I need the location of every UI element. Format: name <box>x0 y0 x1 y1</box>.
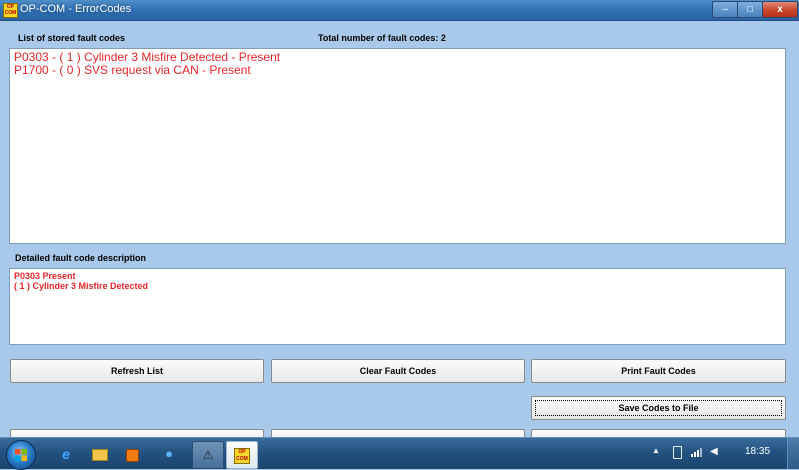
taskbar: e ● ⚠ OP COM ▲ ◀ 18:35 <box>0 437 799 470</box>
action-center-icon[interactable] <box>673 446 682 459</box>
save-codes-button[interactable]: Save Codes to File <box>531 396 786 420</box>
clear-fault-codes-button[interactable]: Clear Fault Codes <box>271 359 525 383</box>
detail-label: Detailed fault code description <box>15 253 147 263</box>
total-codes-label: Total number of fault codes: 2 <box>318 33 446 43</box>
show-desktop-button[interactable] <box>787 438 799 469</box>
opcom-app-icon: OP COM <box>3 3 18 18</box>
stored-codes-label: List of stored fault codes <box>18 33 126 43</box>
file-explorer-icon[interactable] <box>86 441 114 467</box>
start-button[interactable] <box>6 440 36 470</box>
save-codes-label: Save Codes to File <box>535 400 782 416</box>
refresh-list-button[interactable]: Refresh List <box>10 359 264 383</box>
internet-explorer-icon[interactable]: e <box>52 441 80 467</box>
media-player-icon[interactable] <box>118 441 146 467</box>
close-button[interactable]: x <box>762 1 798 18</box>
tray-expand-icon[interactable]: ▲ <box>652 446 660 455</box>
volume-icon[interactable]: ◀ <box>710 446 718 457</box>
maximize-button[interactable]: □ <box>737 1 763 18</box>
warning-icon[interactable]: ⚠ <box>192 441 224 469</box>
fault-code-item[interactable]: P1700 - ( 0 ) SVS request via CAN - Pres… <box>14 64 781 77</box>
fault-detail-box: P0303 Present ( 1 ) Cylinder 3 Misfire D… <box>9 268 786 345</box>
signal-icon[interactable] <box>691 447 705 457</box>
detail-line: ( 1 ) Cylinder 3 Misfire Detected <box>14 281 149 291</box>
opcom-icon: OP COM <box>234 448 250 464</box>
error-codes-panel: List of stored fault codes Total number … <box>0 21 799 453</box>
clock[interactable]: 18:35 <box>745 446 770 457</box>
window-title: OP-COM - ErrorCodes <box>20 3 132 15</box>
print-fault-codes-button[interactable]: Print Fault Codes <box>531 359 786 383</box>
windows-logo-icon <box>15 449 27 461</box>
minimize-button[interactable]: – <box>712 1 739 18</box>
title-bar: OP COM OP-COM - ErrorCodes – □ x <box>0 0 799 21</box>
fault-code-list[interactable]: P0303 - ( 1 ) Cylinder 3 Misfire Detecte… <box>9 48 786 244</box>
detail-line: P0303 Present <box>14 271 76 281</box>
opcom-taskbar-icon[interactable]: OP COM <box>226 441 258 469</box>
network-icon[interactable]: ● <box>155 441 183 467</box>
